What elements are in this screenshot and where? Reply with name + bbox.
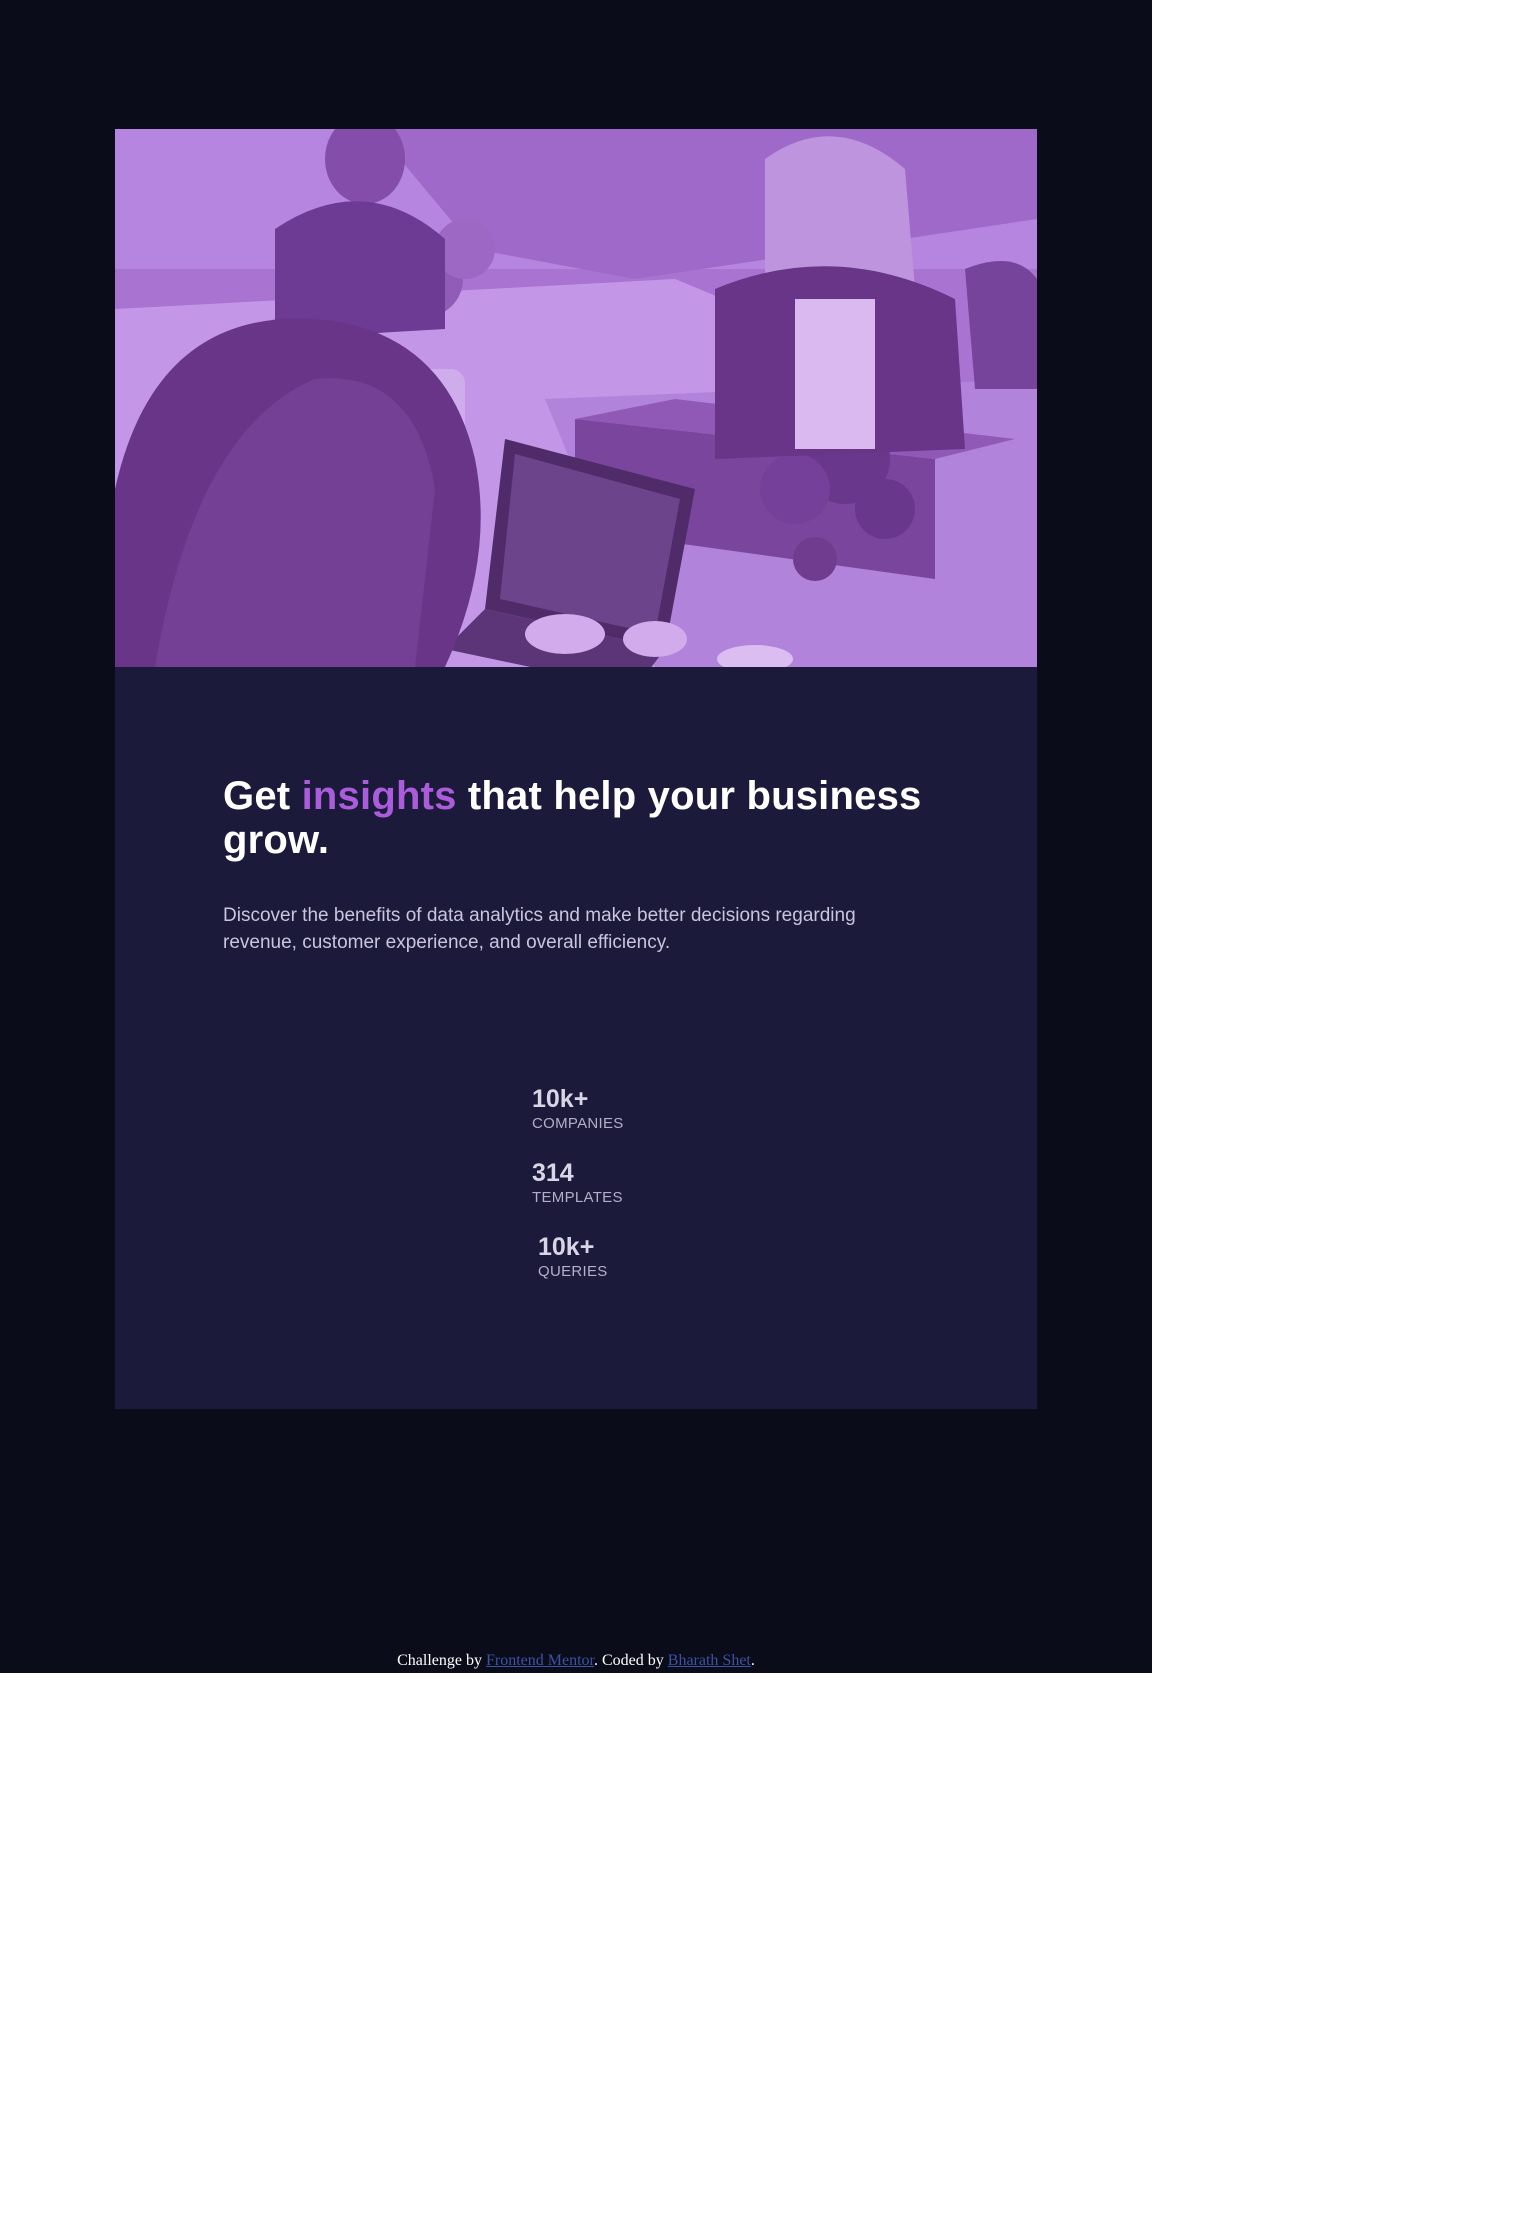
attribution-suffix: . <box>750 1652 755 1669</box>
stat-value: 314 <box>532 1159 574 1187</box>
description: Discover the benefits of data analytics … <box>223 905 856 953</box>
stat-label: TEMPLATES <box>532 1189 623 1206</box>
headline-part1: Get <box>223 774 291 818</box>
card-body: Get insights that help your business gro… <box>223 774 923 956</box>
stat-templates: 314 TEMPLATES <box>532 1158 624 1208</box>
page-background: Get insights that help your business gro… <box>0 0 1152 1673</box>
attribution-prefix: Challenge by <box>397 1652 482 1669</box>
stat-companies: 10k+ COMPANIES <box>532 1084 624 1134</box>
stat-value: 10k+ <box>532 1085 589 1113</box>
attribution: Challenge by Frontend Mentor. Coded by B… <box>0 1650 1152 1672</box>
hero-image <box>115 129 1037 667</box>
frontend-mentor-link[interactable]: Frontend Mentor <box>486 1652 594 1669</box>
stat-label: QUERIES <box>538 1263 608 1280</box>
attribution-middle: . Coded by <box>594 1652 664 1669</box>
stat-value: 10k+ <box>538 1233 595 1261</box>
stat-label: COMPANIES <box>532 1115 624 1132</box>
headline-accent: insights <box>301 774 457 818</box>
author-link[interactable]: Bharath Shet <box>668 1652 751 1669</box>
headline: Get insights that help your business gro… <box>223 774 923 862</box>
stats-list: 10k+ COMPANIES 314 TEMPLATES 10k+ QUERIE… <box>532 1084 624 1306</box>
stat-queries: 10k+ QUERIES <box>538 1232 624 1282</box>
stats-preview-card: Get insights that help your business gro… <box>115 129 1037 1409</box>
team-office-photo-icon <box>115 129 1037 667</box>
